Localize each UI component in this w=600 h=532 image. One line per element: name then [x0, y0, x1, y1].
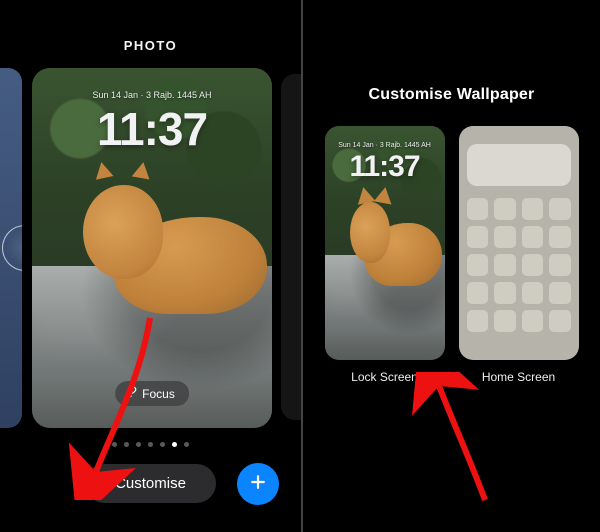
link-icon: [125, 386, 137, 401]
lock-screen-preview[interactable]: Sun 14 Jan · 3 Rajb. 1445 AH 11:37: [325, 126, 445, 360]
customise-title: Customise Wallpaper: [303, 86, 600, 104]
gallery-category-title: PHOTO: [0, 38, 301, 53]
lockscreen-time: 11:37: [325, 150, 445, 184]
lockscreen-date: Sun 14 Jan · 3 Rajb. 1445 AH: [325, 142, 445, 149]
lock-screen-card[interactable]: Sun 14 Jan · 3 Rajb. 1445 AH 11:37 Lock …: [325, 126, 445, 384]
wallpaper-carousel[interactable]: Sun 14 Jan · 3 Rajb. 1445 AH 11:37 Focus: [0, 68, 301, 428]
lock-screen-label: Lock Screen: [351, 370, 418, 384]
customise-button[interactable]: Customise: [85, 464, 216, 503]
current-wallpaper-card[interactable]: Sun 14 Jan · 3 Rajb. 1445 AH 11:37 Focus: [32, 68, 272, 428]
previous-wallpaper-peek[interactable]: [0, 68, 22, 428]
home-screen-label: Home Screen: [482, 370, 555, 384]
lockscreen-date: Sun 14 Jan · 3 Rajb. 1445 AH: [32, 90, 272, 100]
wallpaper-pair-row: Sun 14 Jan · 3 Rajb. 1445 AH 11:37 Lock …: [303, 126, 600, 384]
focus-label: Focus: [142, 387, 175, 401]
lockscreen-time: 11:37: [32, 102, 272, 156]
focus-button[interactable]: Focus: [115, 381, 189, 406]
plus-icon: [248, 472, 268, 495]
add-wallpaper-button[interactable]: [237, 463, 279, 505]
page-indicator: [0, 442, 301, 447]
home-screen-preview[interactable]: [459, 126, 579, 360]
home-screen-card[interactable]: Home Screen: [459, 126, 579, 384]
next-wallpaper-peek[interactable]: [281, 74, 301, 420]
annotation-arrow-icon: [381, 372, 501, 512]
wallpaper-gallery-panel: PHOTO Sun 14 Jan · 3 Rajb. 1445 AH 11:37: [0, 0, 303, 532]
bottom-action-row: Customise: [0, 464, 301, 503]
home-widget-placeholder: [467, 144, 571, 186]
customise-wallpaper-panel: Customise Wallpaper Sun 14 Jan · 3 Rajb.…: [303, 0, 600, 532]
home-app-grid: [467, 198, 571, 350]
